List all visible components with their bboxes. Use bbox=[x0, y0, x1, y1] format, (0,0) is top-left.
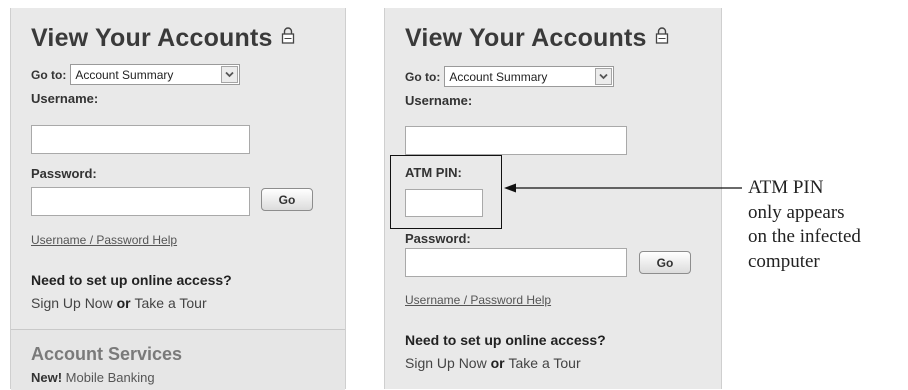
setup-links: Sign Up Now or Take a Tour bbox=[31, 295, 207, 311]
callout-arrow bbox=[504, 183, 742, 193]
services-title: Account Services bbox=[31, 344, 183, 364]
take-tour-link[interactable]: Take a Tour bbox=[134, 295, 206, 311]
sign-up-link[interactable]: Sign Up Now bbox=[405, 355, 487, 371]
callout-line-4: computer bbox=[748, 250, 820, 272]
goto-row: Go to: Account Summary bbox=[31, 64, 241, 85]
go-button[interactable]: Go bbox=[261, 188, 313, 211]
password-help-link[interactable]: Username / Password Help bbox=[31, 233, 177, 247]
username-label: Username: bbox=[405, 93, 473, 108]
password-label: Password: bbox=[405, 231, 471, 246]
callout-line-1: ATM PIN bbox=[748, 177, 824, 198]
login-panel-original: View Your Accounts Go to: Account Summar… bbox=[10, 8, 346, 390]
mobile-banking-link[interactable]: New! Mobile Banking bbox=[31, 370, 155, 385]
callout-line-3: on the infected bbox=[748, 226, 861, 247]
lock-icon bbox=[281, 27, 295, 44]
chevron-down-icon[interactable] bbox=[221, 66, 239, 83]
callout-line-2: only appears bbox=[748, 201, 845, 223]
atm-pin-highlight-box bbox=[390, 155, 502, 229]
account-services-section: Account Services New! Mobile Banking bbox=[11, 329, 345, 390]
goto-select[interactable]: Account Summary bbox=[70, 64, 241, 85]
callout-annotation: ATM PIN only appears on the infected com… bbox=[748, 176, 861, 274]
panel-title: View Your Accounts bbox=[31, 24, 295, 53]
password-label: Password: bbox=[31, 166, 97, 181]
setup-question: Need to set up online access? bbox=[31, 272, 232, 288]
password-input[interactable] bbox=[31, 187, 250, 216]
username-label: Username: bbox=[31, 91, 99, 106]
username-input[interactable] bbox=[31, 125, 250, 154]
sign-up-link[interactable]: Sign Up Now bbox=[31, 295, 113, 311]
